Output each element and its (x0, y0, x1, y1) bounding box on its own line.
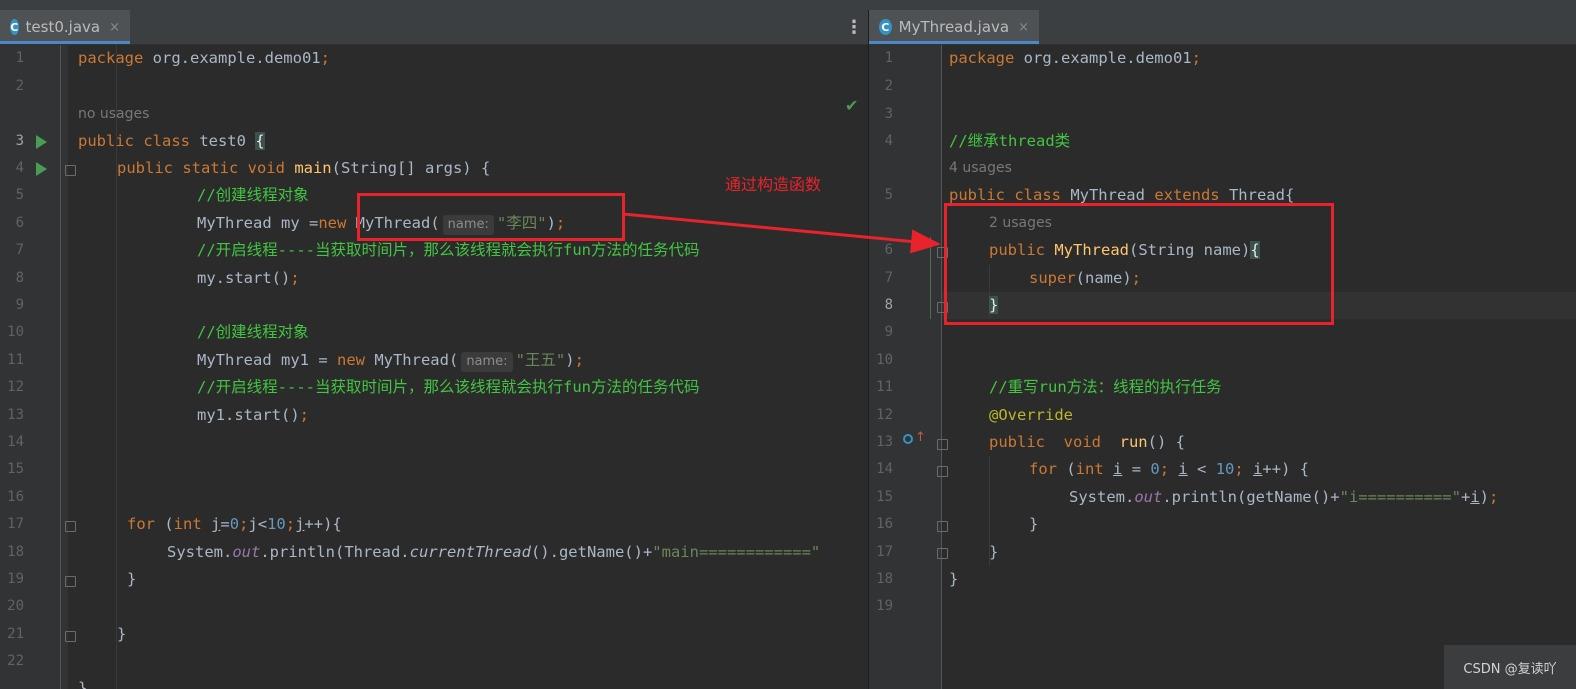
annotation-arrow (622, 212, 941, 254)
watermark: CSDN @复读吖 (1444, 645, 1576, 689)
